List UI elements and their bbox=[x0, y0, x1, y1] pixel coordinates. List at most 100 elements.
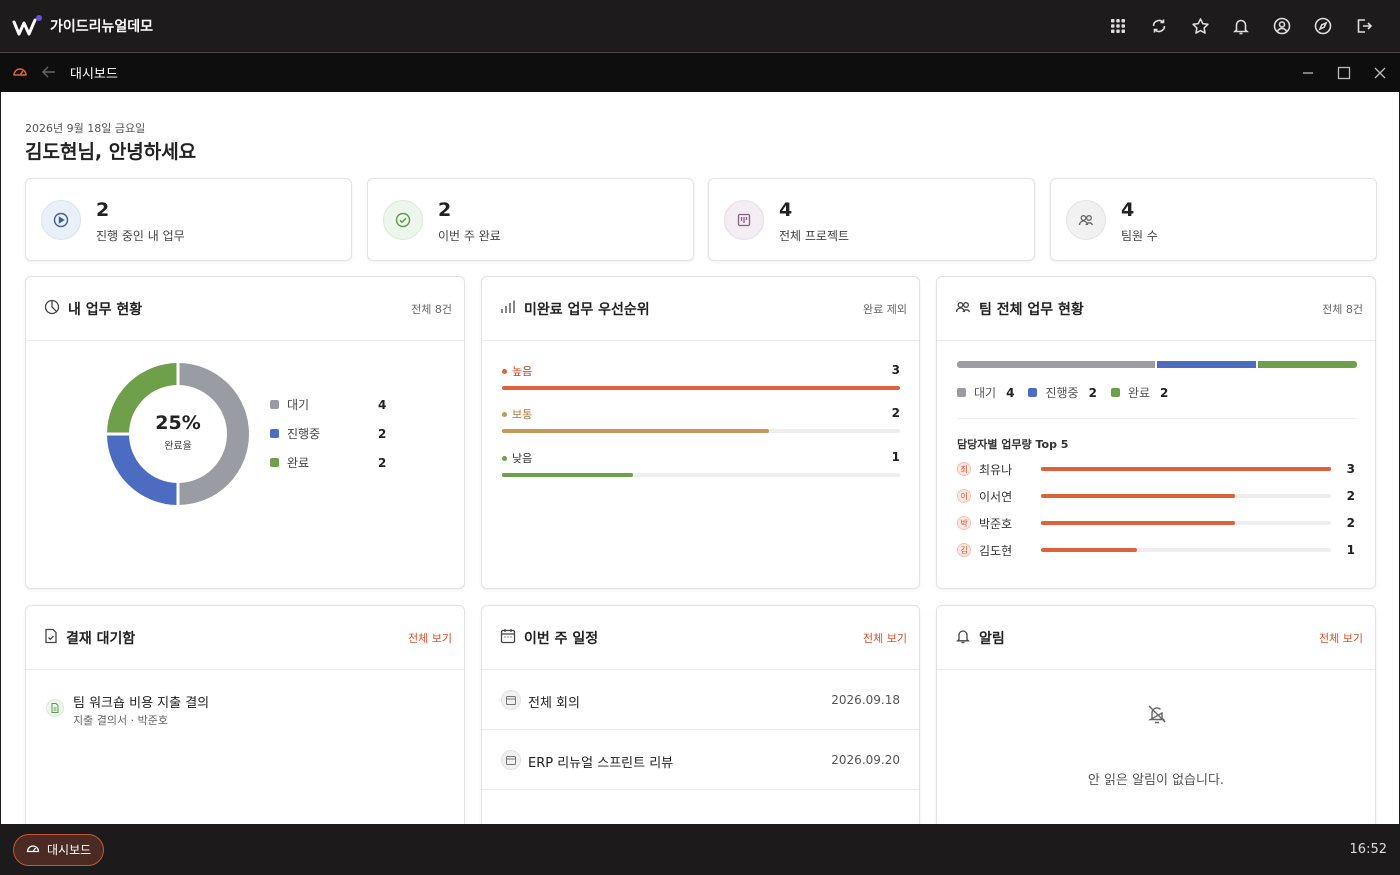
view-all-link[interactable]: 전체 보기 bbox=[863, 630, 907, 646]
bell-icon[interactable] bbox=[1231, 16, 1251, 36]
my-tasks-card: 내 업무 현황 전체 8건 25% 완료율 대기 4 진행중 2 완료 2 bbox=[25, 276, 465, 589]
member-bar bbox=[1041, 494, 1236, 498]
bar-chart-icon bbox=[500, 299, 516, 319]
stat-value: 2 bbox=[96, 199, 110, 221]
team-stacked-bar bbox=[957, 361, 1357, 368]
app-logo[interactable]: 가이드리뉴얼데모 bbox=[12, 14, 153, 38]
view-all-link[interactable]: 전체 보기 bbox=[408, 630, 452, 646]
approval-item[interactable]: 팀 워크숍 비용 지출 결의 지출 결의서 · 박준호 bbox=[46, 690, 446, 730]
stat-label: 전체 프로젝트 bbox=[779, 229, 850, 243]
priority-value: 3 bbox=[891, 363, 900, 377]
clock: 16:52 bbox=[1349, 842, 1387, 857]
user-circle-icon[interactable] bbox=[1272, 16, 1292, 36]
legend-swatch bbox=[1028, 388, 1038, 397]
window-title-bar: 대시보드 bbox=[0, 52, 1400, 92]
priority-label: 낮음 bbox=[512, 452, 533, 465]
legend-value: 4 bbox=[378, 397, 387, 412]
legend-label: 완료 bbox=[287, 456, 310, 470]
star-icon[interactable] bbox=[1190, 16, 1210, 36]
member-count: 1 bbox=[1346, 543, 1355, 557]
stat-card-projects[interactable]: 4 전체 프로젝트 bbox=[708, 178, 1035, 261]
priority-row-low: 낮음 1 bbox=[502, 450, 900, 477]
legend-value: 2 bbox=[1160, 385, 1169, 400]
back-arrow-icon[interactable] bbox=[42, 63, 56, 82]
refresh-icon[interactable] bbox=[1149, 16, 1169, 36]
card-title: 내 업무 현황 bbox=[68, 301, 143, 318]
avatar: 최 bbox=[957, 462, 971, 476]
apps-grid-icon[interactable] bbox=[1108, 16, 1128, 36]
divider bbox=[957, 418, 1357, 419]
stat-card-members[interactable]: 4 팀원 수 bbox=[1050, 178, 1377, 261]
stat-value: 4 bbox=[1121, 199, 1135, 221]
legend-done: 완료 2 bbox=[270, 454, 386, 471]
member-count: 2 bbox=[1346, 516, 1355, 530]
empty-message: 안 읽은 알림이 없습니다. bbox=[1087, 773, 1225, 788]
card-title: 알림 bbox=[979, 630, 1005, 647]
avatar: 이 bbox=[957, 489, 971, 503]
stat-card-week-done[interactable]: 2 이번 주 완료 bbox=[367, 178, 694, 261]
minimize-icon[interactable] bbox=[1300, 65, 1316, 81]
member-bar bbox=[1041, 548, 1137, 552]
priority-dot bbox=[502, 368, 507, 374]
schedule-date: 2026.09.20 bbox=[831, 753, 900, 767]
maximize-icon[interactable] bbox=[1336, 65, 1352, 81]
member-name: 박준호 bbox=[979, 516, 1013, 531]
top-members-title: 담당자별 업무량 Top 5 bbox=[957, 438, 1069, 451]
schedule-date: 2026.09.18 bbox=[831, 693, 900, 707]
stat-label: 진행 중인 내 업무 bbox=[96, 229, 185, 243]
completion-rate: 25% bbox=[155, 412, 201, 434]
schedule-item[interactable]: 전체 회의 2026.09.18 bbox=[482, 670, 919, 730]
calendar-icon bbox=[500, 628, 516, 648]
dashboard-content: 2026년 9월 18일 금요일 김도현님, 안녕하세요 2 진행 중인 내 업… bbox=[1, 92, 1399, 824]
calendar-icon bbox=[501, 750, 521, 770]
stat-label: 팀원 수 bbox=[1121, 229, 1158, 243]
approval-sub: 지출 결의서 · 박준호 bbox=[73, 714, 168, 727]
approvals-card: 결재 대기함 전체 보기 팀 워크숍 비용 지출 결의 지출 결의서 · 박준호 bbox=[25, 605, 465, 824]
notifications-card: 알림 전체 보기 안 읽은 알림이 없습니다. bbox=[936, 605, 1376, 824]
users-icon bbox=[955, 299, 971, 318]
card-title: 미완료 업무 우선순위 bbox=[524, 301, 650, 318]
calendar-icon bbox=[501, 690, 521, 710]
legend-waiting: 대기 4 bbox=[270, 396, 386, 413]
legend-value: 2 bbox=[1088, 385, 1097, 400]
compass-icon[interactable] bbox=[1313, 16, 1333, 36]
stacked-segment-done bbox=[1258, 361, 1357, 368]
legend-label: 완료 bbox=[1127, 386, 1151, 400]
bell-off-icon bbox=[1146, 703, 1168, 729]
view-all-link[interactable]: 전체 보기 bbox=[1319, 630, 1363, 646]
member-row: 이 이서연 2 bbox=[957, 486, 1355, 506]
priority-bar bbox=[502, 429, 769, 433]
stacked-segment-in-progress bbox=[1157, 361, 1256, 368]
schedule-title: 전체 회의 bbox=[528, 696, 580, 711]
priority-value: 1 bbox=[891, 450, 900, 464]
legend-value: 4 bbox=[1006, 385, 1015, 400]
logo-icon bbox=[12, 15, 42, 36]
card-meta: 전체 8건 bbox=[1322, 302, 1363, 316]
close-icon[interactable] bbox=[1372, 65, 1388, 81]
legend-label: 대기 bbox=[287, 398, 310, 412]
legend-label: 대기 bbox=[974, 386, 997, 400]
legend-swatch bbox=[270, 400, 279, 409]
legend-value: 2 bbox=[378, 455, 387, 470]
pie-chart-icon bbox=[44, 299, 60, 319]
avatar: 김 bbox=[957, 543, 971, 557]
legend-label: 진행중 bbox=[287, 427, 321, 441]
legend-swatch bbox=[270, 429, 279, 438]
schedule-title: ERP 리뉴얼 스프린트 리뷰 bbox=[528, 756, 674, 771]
priority-row-high: 높음 3 bbox=[502, 363, 900, 390]
greeting: 김도현님, 안녕하세요 bbox=[25, 141, 197, 163]
card-title: 결재 대기함 bbox=[66, 630, 136, 647]
play-circle-icon bbox=[41, 200, 81, 240]
legend-swatch bbox=[1110, 388, 1120, 397]
taskbar-dashboard-button[interactable]: 대시보드 bbox=[13, 833, 105, 866]
stat-value: 4 bbox=[779, 199, 793, 221]
priority-bar bbox=[502, 473, 634, 477]
stat-label: 이번 주 완료 bbox=[438, 229, 501, 243]
project-icon bbox=[724, 200, 764, 240]
dashboard-gauge-icon bbox=[12, 63, 28, 82]
schedule-item[interactable]: ERP 리뉴얼 스프린트 리뷰 2026.09.20 bbox=[482, 730, 919, 790]
logout-icon[interactable] bbox=[1354, 16, 1374, 36]
app-title: 가이드리뉴얼데모 bbox=[50, 19, 154, 35]
stat-card-my-in-progress[interactable]: 2 진행 중인 내 업무 bbox=[25, 178, 352, 261]
stat-value: 2 bbox=[438, 199, 452, 221]
